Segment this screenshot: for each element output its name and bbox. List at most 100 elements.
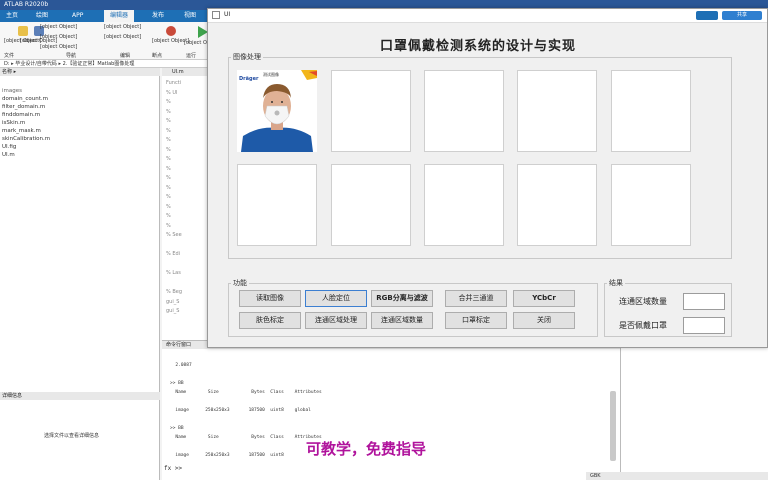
image-slot-4	[517, 70, 597, 152]
editor-tab[interactable]: UI.m	[162, 68, 208, 76]
mask-worn-label: 是否佩戴口罩	[619, 321, 667, 330]
tab-publish[interactable]: 发布	[146, 10, 170, 22]
rgb-split-filter-button[interactable]: RGB分离与滤波	[371, 290, 433, 307]
image-slot-3	[424, 70, 504, 152]
merge-channels-button[interactable]: 合并三通道	[445, 290, 507, 307]
details-placeholder: 选择文件以查看详细信息	[44, 433, 100, 439]
status-bar: GBK	[586, 472, 768, 480]
image-slot-1: 测试图像 Dräger	[237, 70, 317, 152]
command-output-line: image 250x250x3 187500 uint8 global	[170, 408, 311, 413]
file-item[interactable]: filter_domain.m	[2, 104, 45, 110]
share-button[interactable]: 共享	[722, 11, 762, 20]
image-slot-5	[611, 70, 691, 152]
command-output-line: image 250x250x3 187500 uint8	[170, 453, 284, 458]
tab-editor[interactable]: 编辑器	[104, 10, 135, 22]
command-output-line: >> BB	[170, 381, 184, 386]
code-line: % Las	[166, 270, 181, 276]
figure-icon	[212, 11, 220, 19]
ribbon-group-file: 文件	[4, 53, 15, 59]
code-line: % UI	[166, 89, 178, 96]
region-count-label: 连通区域数量	[619, 297, 667, 306]
file-item[interactable]: skinCalibration.m	[2, 136, 50, 142]
file-item[interactable]: mark_mask.m	[2, 128, 41, 134]
image-slot-2	[331, 70, 411, 152]
result-panel: 结果 连通区域数量 是否佩戴口罩	[604, 278, 732, 337]
tab-apps[interactable]: APP	[66, 10, 89, 22]
code-line: %	[166, 175, 171, 181]
code-line: % See	[166, 232, 182, 238]
code-line: %	[166, 118, 171, 124]
close-button[interactable]: 关闭	[513, 312, 575, 329]
workspace-panel	[620, 340, 768, 480]
file-item[interactable]: finddomain.m	[2, 112, 40, 118]
code-line: gui_S	[166, 308, 180, 314]
region-count-field[interactable]	[683, 293, 725, 310]
image-slot-6	[237, 164, 317, 246]
code-line: gui_S	[166, 298, 180, 305]
code-line: %	[166, 194, 171, 200]
brand-logo-text: Dräger	[239, 76, 259, 82]
figure-window-title: UI	[224, 11, 231, 18]
ribbon-group-edit: 编辑	[120, 53, 131, 59]
test-image-photo: 测试图像 Dräger	[237, 70, 317, 152]
code-line: %	[166, 127, 171, 134]
details-header: 详细信息	[0, 392, 160, 400]
tab-home[interactable]: 主页	[0, 10, 24, 22]
command-prompt[interactable]: fx >>	[164, 465, 182, 472]
code-line: % Beg	[166, 289, 183, 295]
breakpoint-icon	[165, 26, 176, 36]
function-panel-label: 功能	[231, 278, 249, 288]
image-slot-10	[611, 164, 691, 246]
insert-button[interactable]: [object Object]	[104, 24, 141, 30]
ribbon-group-run: 运行	[186, 53, 197, 59]
editor-pane[interactable]: UI.m Functi % UI%%%%%%%%%%%%%% % See % Edi%…	[162, 68, 208, 340]
command-output-line: 2.0887	[170, 363, 192, 368]
function-panel: 功能 读取图像 人脸定位 RGB分离与滤波 合并三通道 YCbCr 肤色标定 连…	[228, 278, 598, 337]
video-subtitle: 可教学，免费指导	[306, 440, 427, 458]
command-window[interactable]: 命令行窗口 2.0887 >> BB Name Size Bytes Class …	[162, 340, 620, 480]
print-button[interactable]: [object Object]	[40, 44, 77, 50]
scrollbar[interactable]	[610, 391, 616, 461]
file-item[interactable]: isSkin.m	[2, 120, 25, 126]
code-line: %	[166, 99, 171, 105]
folder-header: 名称 ▸	[0, 68, 160, 76]
ycbcr-button[interactable]: YCbCr	[513, 290, 575, 307]
command-output-line: Name Size Bytes Class Attributes	[170, 390, 322, 395]
tab-view[interactable]: 视图	[178, 10, 202, 22]
mask-calibration-button[interactable]: 口罩标定	[445, 312, 507, 329]
tab-plots[interactable]: 绘图	[30, 10, 54, 22]
file-item[interactable]: domain_count.m	[2, 96, 48, 102]
image-slot-9	[517, 164, 597, 246]
code-line: %	[166, 165, 171, 172]
region-count-button[interactable]: 连通区域数量	[371, 312, 433, 329]
file-item[interactable]: images	[2, 88, 22, 94]
page-title: 口罩佩戴检测系统的设计与实现	[380, 39, 577, 54]
image-caption-text: 测试图像	[263, 71, 279, 77]
code-line: Functi	[166, 80, 182, 86]
face-locate-button[interactable]: 人脸定位	[305, 290, 367, 307]
current-folder-panel: 名称 ▸ images domain_count.m filter_domain…	[0, 68, 160, 480]
mask-worn-field[interactable]	[683, 317, 725, 334]
read-image-button[interactable]: 读取图像	[239, 290, 301, 307]
ribbon-group-navigate: 导航	[66, 53, 77, 59]
command-output-line: >> BB	[170, 426, 184, 431]
code-line: %	[166, 213, 171, 219]
image-panel-label: 图像处理	[231, 52, 263, 62]
figure-title-bar: UI 共享	[208, 9, 767, 23]
find-files-button[interactable]: [object Object]	[40, 24, 77, 30]
connected-region-button[interactable]: 连通区域处理	[305, 312, 367, 329]
image-processing-panel: 图像处理 测试图像 Dräger	[228, 52, 732, 259]
image-slot-7	[331, 164, 411, 246]
code-line: %	[166, 156, 171, 162]
code-line: %	[166, 203, 171, 210]
command-output-line: Name Size Bytes Class Attributes	[170, 435, 322, 440]
code-line: %	[166, 184, 171, 191]
ui-figure-window: UI 共享 口罩佩戴检测系统的设计与实现 图像处理 测试图像 Dräger 功能…	[207, 8, 768, 348]
compare-button[interactable]: [object Object]	[40, 34, 77, 40]
skin-calibration-button[interactable]: 肤色标定	[239, 312, 301, 329]
file-item[interactable]: UI.fig	[2, 144, 16, 150]
cloud-icon	[696, 11, 718, 20]
file-item[interactable]: UI.m	[2, 152, 15, 158]
indent-button[interactable]: [object Object]	[104, 34, 141, 40]
code-line: % Edi	[166, 251, 181, 257]
